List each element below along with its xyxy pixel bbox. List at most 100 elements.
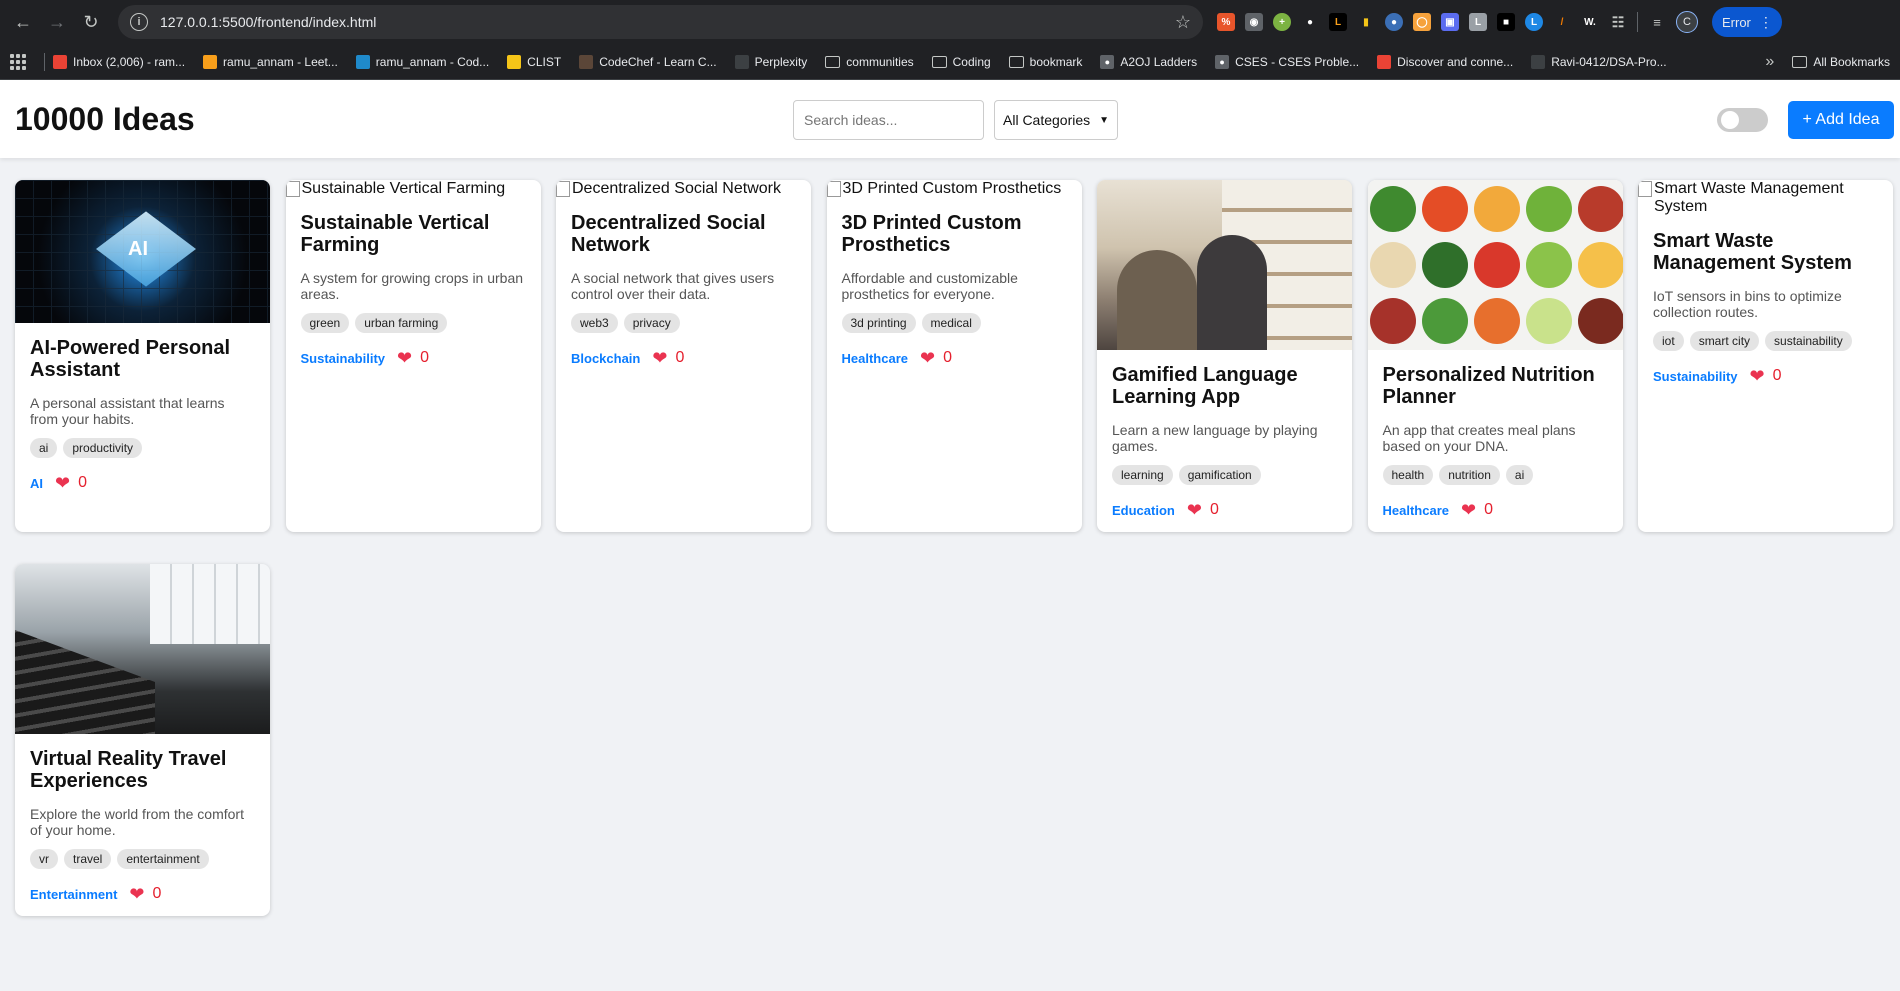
like-button[interactable]: ❤ 0: [1461, 501, 1493, 519]
film-extension-icon[interactable]: ■: [1497, 13, 1515, 31]
url-text[interactable]: 127.0.0.1:5500/frontend/index.html: [160, 14, 1175, 30]
apps-grid-icon[interactable]: [10, 53, 26, 70]
like-button[interactable]: ❤ 0: [129, 885, 161, 903]
tag-chip[interactable]: green: [300, 313, 350, 333]
tag-chip[interactable]: travel: [64, 849, 112, 869]
category-link[interactable]: Sustainability: [1653, 369, 1738, 384]
category-link[interactable]: Healthcare: [1383, 503, 1449, 518]
l-extension-icon[interactable]: L: [1469, 13, 1487, 31]
camera-extension-icon[interactable]: ◉: [1245, 13, 1263, 31]
tag-chip[interactable]: ai: [30, 438, 58, 458]
like-button[interactable]: ❤ 0: [55, 474, 87, 492]
tag-chip[interactable]: 3d printing: [841, 313, 916, 333]
category-link[interactable]: Entertainment: [30, 887, 117, 902]
category-link[interactable]: Blockchain: [571, 351, 640, 366]
back-icon[interactable]: ←: [8, 7, 38, 37]
discover-icon: [1377, 54, 1392, 69]
extension-icon[interactable]: %: [1217, 13, 1235, 31]
folder-icon: [931, 55, 947, 68]
tag-chip[interactable]: ai: [1505, 465, 1534, 485]
idea-card[interactable]: Virtual Reality Travel Experiences Explor…: [15, 564, 270, 916]
bookmark-item[interactable]: Discover and conne...: [1377, 54, 1513, 69]
bookmark-item[interactable]: CodeChef - Learn C...: [579, 54, 717, 69]
idea-card[interactable]: Sustainable Vertical Farming Sustainable …: [285, 180, 541, 532]
bookmark-item[interactable]: ramu_annam - Leet...: [203, 54, 338, 69]
tag-chip[interactable]: smart city: [1689, 331, 1760, 351]
puzzle-icon[interactable]: ☷: [1609, 13, 1627, 31]
tag-chip[interactable]: nutrition: [1439, 465, 1500, 485]
error-button[interactable]: Error ⋮: [1712, 7, 1782, 37]
media-icon[interactable]: ≡: [1648, 13, 1666, 31]
site-info-icon[interactable]: i: [130, 13, 148, 31]
all-bookmarks-link[interactable]: All Bookmarks: [1792, 55, 1890, 69]
bookmark-item[interactable]: CLIST: [507, 54, 561, 69]
category-link[interactable]: AI: [30, 476, 43, 491]
reload-icon[interactable]: ↻: [76, 7, 106, 37]
search-input[interactable]: [793, 100, 984, 140]
tag-chip[interactable]: vr: [30, 849, 58, 869]
tag-chip[interactable]: sustainability: [1765, 331, 1852, 351]
chart-extension-icon[interactable]: ▮: [1357, 13, 1375, 31]
address-bar[interactable]: i 127.0.0.1:5500/frontend/index.html ☆: [118, 5, 1203, 39]
food-bowl-shape: [1525, 298, 1572, 344]
category-link[interactable]: Sustainability: [301, 351, 386, 366]
category-link[interactable]: Healthcare: [842, 351, 908, 366]
tag-chip[interactable]: entertainment: [117, 849, 209, 869]
idea-card[interactable]: Gamified Language Learning App Learn a ne…: [1097, 180, 1352, 532]
like-button[interactable]: ❤ 0: [1187, 501, 1219, 519]
idea-card[interactable]: 3D Printed Custom Prosthetics 3D Printed …: [826, 180, 1082, 532]
orange-extension-icon[interactable]: ◯: [1413, 13, 1431, 31]
slash-extension-icon[interactable]: /: [1553, 13, 1571, 31]
category-link[interactable]: Education: [1112, 503, 1175, 518]
error-label: Error: [1722, 14, 1751, 30]
forward-icon[interactable]: →: [42, 7, 72, 37]
idea-card[interactable]: Decentralized Social Network Decentralize…: [556, 180, 811, 532]
bookmark-item[interactable]: Inbox (2,006) - ram...: [53, 54, 185, 69]
w-extension-icon[interactable]: W.: [1581, 13, 1599, 31]
like-button[interactable]: ❤ 0: [397, 349, 429, 367]
leetcode-extension-icon[interactable]: L: [1329, 13, 1347, 31]
github-extension-icon[interactable]: ●: [1301, 13, 1319, 31]
bookmark-item[interactable]: Ravi-0412/DSA-Pro...: [1531, 54, 1667, 69]
bookmark-item[interactable]: ● CSES - CSES Proble...: [1215, 54, 1359, 69]
plus-extension-icon[interactable]: +: [1273, 13, 1291, 31]
category-select[interactable]: All Categories ▼: [994, 100, 1118, 140]
bookmark-item[interactable]: ramu_annam - Cod...: [355, 54, 489, 69]
idea-description: A system for growing crops in urban area…: [300, 270, 524, 302]
l2-extension-icon[interactable]: L: [1525, 13, 1543, 31]
tag-chip[interactable]: learning: [1112, 465, 1173, 485]
tag-chip[interactable]: gamification: [1178, 465, 1261, 485]
idea-card[interactable]: Personalized Nutrition Planner An app tha…: [1367, 180, 1623, 532]
tag-chip[interactable]: web3: [571, 313, 618, 333]
food-bowl-shape: [1525, 242, 1572, 288]
like-button[interactable]: ❤ 0: [652, 349, 684, 367]
tag-chip[interactable]: productivity: [63, 438, 143, 458]
tag-chip[interactable]: medical: [921, 313, 981, 333]
bookmark-item[interactable]: Coding: [931, 55, 991, 69]
bookmark-item[interactable]: bookmark: [1008, 55, 1082, 69]
idea-card[interactable]: Smart Waste Management System Smart Waste…: [1638, 180, 1893, 532]
card-body: Virtual Reality Travel Experiences Explor…: [15, 734, 270, 903]
like-count: 0: [1484, 501, 1493, 518]
more-bookmarks-icon[interactable]: »: [1765, 53, 1774, 71]
like-button[interactable]: ❤ 0: [920, 349, 952, 367]
bookmark-star-icon[interactable]: ☆: [1175, 12, 1191, 33]
food-bowl-shape: [1473, 186, 1520, 232]
tag-chip[interactable]: iot: [1653, 331, 1684, 351]
shield-extension-icon[interactable]: ●: [1385, 13, 1403, 31]
bookmark-item[interactable]: communities: [825, 55, 914, 69]
robot-extension-icon[interactable]: ▣: [1441, 13, 1459, 31]
add-idea-button[interactable]: + Add Idea: [1788, 101, 1894, 139]
idea-description: Learn a new language by playing games.: [1112, 422, 1318, 454]
tag-chip[interactable]: urban farming: [355, 313, 448, 333]
tag-chip[interactable]: privacy: [623, 313, 680, 333]
chevron-down-icon: ▼: [1099, 114, 1109, 126]
bookmark-item[interactable]: Perplexity: [734, 54, 807, 69]
tag-chip[interactable]: health: [1382, 465, 1434, 485]
card-body: 3D Printed Custom Prosthetics Affordable …: [827, 198, 1082, 367]
profile-avatar[interactable]: C: [1676, 11, 1698, 33]
like-button[interactable]: ❤ 0: [1750, 367, 1782, 385]
bookmark-item[interactable]: ● A2OJ Ladders: [1100, 54, 1197, 69]
idea-card[interactable]: AI AI-Powered Personal Assistant A persona…: [15, 180, 270, 532]
theme-toggle[interactable]: [1717, 108, 1768, 132]
